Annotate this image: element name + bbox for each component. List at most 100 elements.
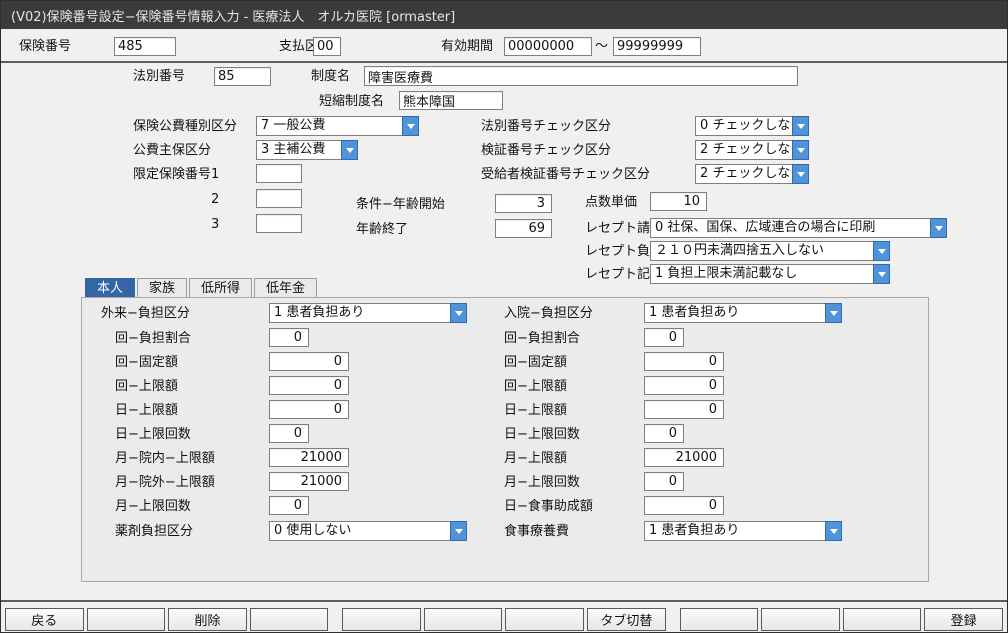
footer-button-4[interactable] bbox=[250, 608, 329, 631]
meal-treatment-select[interactable]: 1 患者負担あり bbox=[644, 521, 842, 541]
out-per-burden-ratio-label: 回−負担割合 bbox=[115, 329, 191, 348]
tab-self[interactable]: 本人 bbox=[85, 278, 135, 297]
tilde-separator: ～ bbox=[595, 37, 608, 56]
in-per-burden-ratio-label: 回−負担割合 bbox=[504, 329, 580, 348]
month-internal-limit-input[interactable] bbox=[269, 448, 349, 467]
chevron-down-icon bbox=[455, 529, 463, 534]
footer-button-6[interactable] bbox=[424, 608, 503, 631]
in-per-fixed-amount-label: 回−固定額 bbox=[504, 353, 567, 372]
dropdown-button[interactable] bbox=[825, 521, 842, 541]
recipient-verification-check-value: 2 チェックしない bbox=[695, 164, 792, 184]
insurance-kohi-type-select[interactable]: 7 一般公費 bbox=[256, 116, 419, 136]
in-month-limit-label: 月−上限額 bbox=[504, 449, 567, 468]
in-month-limit-count-input[interactable] bbox=[644, 472, 684, 491]
inpatient-burden-select[interactable]: 1 患者負担あり bbox=[644, 303, 842, 323]
dropdown-button[interactable] bbox=[873, 241, 890, 261]
insurance-number-label: 保険番号 bbox=[19, 37, 71, 56]
age-end-input[interactable] bbox=[495, 219, 552, 238]
in-per-fixed-amount-input[interactable] bbox=[644, 352, 724, 371]
out-month-limit-count-input[interactable] bbox=[269, 496, 309, 515]
limited-insurance-2-input[interactable] bbox=[256, 189, 302, 208]
dropdown-button[interactable] bbox=[792, 164, 809, 184]
in-day-limit-count-label: 日−上限回数 bbox=[504, 425, 580, 444]
tab-switch-button[interactable]: タブ切替 bbox=[587, 608, 666, 631]
receipt-claim-select[interactable]: 0 社保、国保、広域連合の場合に印刷 bbox=[650, 218, 947, 238]
out-per-fixed-amount-input[interactable] bbox=[269, 352, 349, 371]
limited-insurance-3-input[interactable] bbox=[256, 214, 302, 233]
system-name-input[interactable] bbox=[364, 66, 798, 86]
chevron-down-icon bbox=[830, 311, 838, 316]
register-button[interactable]: 登録 bbox=[924, 608, 1003, 631]
kohi-main-value: 3 主補公費 bbox=[256, 140, 341, 160]
dropdown-button[interactable] bbox=[341, 140, 358, 160]
dropdown-button[interactable] bbox=[450, 303, 467, 323]
outpatient-burden-select[interactable]: 1 患者負担あり bbox=[269, 303, 467, 323]
short-system-name-input[interactable] bbox=[399, 91, 503, 110]
footer-button-5[interactable] bbox=[342, 608, 421, 631]
in-month-limit-count-label: 月−上限回数 bbox=[504, 473, 580, 492]
in-month-limit-input[interactable] bbox=[644, 448, 724, 467]
verification-check-select[interactable]: 2 チェックしない bbox=[695, 140, 809, 160]
out-per-burden-ratio-input[interactable] bbox=[269, 328, 309, 347]
dropdown-button[interactable] bbox=[402, 116, 419, 136]
chevron-down-icon bbox=[455, 311, 463, 316]
in-per-limit-input[interactable] bbox=[644, 376, 724, 395]
delete-button[interactable]: 削除 bbox=[168, 608, 247, 631]
out-day-limit-label: 日−上限額 bbox=[115, 401, 178, 420]
receipt-note-select[interactable]: 1 負担上限未満記載なし bbox=[650, 264, 890, 284]
back-button[interactable]: 戻る bbox=[5, 608, 84, 631]
valid-period-from-input[interactable] bbox=[504, 37, 592, 56]
in-day-limit-count-input[interactable] bbox=[644, 424, 684, 443]
law-number-check-value: 0 チェックしない bbox=[695, 116, 792, 136]
month-external-limit-input[interactable] bbox=[269, 472, 349, 491]
footer-button-2[interactable] bbox=[87, 608, 166, 631]
out-month-limit-count-label: 月−上限回数 bbox=[115, 497, 191, 516]
in-per-burden-ratio-input[interactable] bbox=[644, 328, 684, 347]
payment-class-input[interactable] bbox=[313, 37, 341, 56]
day-meal-subsidy-label: 日−食事助成額 bbox=[504, 497, 593, 516]
footer-button-9[interactable] bbox=[680, 608, 759, 631]
limited-insurance-1-input[interactable] bbox=[256, 164, 302, 183]
recipient-verification-check-select[interactable]: 2 チェックしない bbox=[695, 164, 809, 184]
out-day-limit-count-input[interactable] bbox=[269, 424, 309, 443]
footer-button-10[interactable] bbox=[761, 608, 840, 631]
meal-treatment-label: 食事療養費 bbox=[504, 522, 569, 541]
header-separator bbox=[1, 61, 1007, 63]
age-start-label: 条件−年齢開始 bbox=[356, 195, 445, 214]
in-day-limit-input[interactable] bbox=[644, 400, 724, 419]
kohi-main-label: 公費主保区分 bbox=[133, 141, 211, 160]
dropdown-button[interactable] bbox=[873, 264, 890, 284]
law-number-label: 法別番号 bbox=[133, 67, 185, 86]
tab-low-pension[interactable]: 低年金 bbox=[254, 278, 317, 297]
valid-period-to-input[interactable] bbox=[613, 37, 701, 56]
drug-burden-select[interactable]: 0 使用しない bbox=[269, 521, 467, 541]
day-meal-subsidy-input[interactable] bbox=[644, 496, 724, 515]
out-day-limit-input[interactable] bbox=[269, 400, 349, 419]
dropdown-button[interactable] bbox=[450, 521, 467, 541]
point-unit-input[interactable] bbox=[650, 192, 707, 211]
out-day-limit-count-label: 日−上限回数 bbox=[115, 425, 191, 444]
dropdown-button[interactable] bbox=[792, 116, 809, 136]
receipt-burden-value: ２１０円未満四捨五入しない bbox=[650, 241, 873, 261]
insurance-number-input[interactable] bbox=[114, 37, 176, 56]
footer-button-7[interactable] bbox=[505, 608, 584, 631]
law-number-check-label: 法別番号チェック区分 bbox=[481, 117, 611, 136]
tab-low-income[interactable]: 低所得 bbox=[189, 278, 252, 297]
receipt-burden-select[interactable]: ２１０円未満四捨五入しない bbox=[650, 241, 890, 261]
tab-family[interactable]: 家族 bbox=[137, 278, 187, 297]
drug-burden-label: 薬剤負担区分 bbox=[115, 522, 193, 541]
dropdown-button[interactable] bbox=[930, 218, 947, 238]
age-start-input[interactable] bbox=[495, 194, 552, 213]
out-per-limit-label: 回−上限額 bbox=[115, 377, 178, 396]
kohi-main-select[interactable]: 3 主補公費 bbox=[256, 140, 358, 160]
chevron-down-icon bbox=[407, 124, 415, 129]
law-number-input[interactable] bbox=[214, 67, 271, 86]
footer-button-11[interactable] bbox=[843, 608, 922, 631]
dropdown-button[interactable] bbox=[792, 140, 809, 160]
dropdown-button[interactable] bbox=[825, 303, 842, 323]
receipt-note-value: 1 負担上限未満記載なし bbox=[650, 264, 873, 284]
point-unit-label: 点数単価 bbox=[585, 193, 637, 212]
out-per-limit-input[interactable] bbox=[269, 376, 349, 395]
chevron-down-icon bbox=[346, 148, 354, 153]
law-number-check-select[interactable]: 0 チェックしない bbox=[695, 116, 809, 136]
